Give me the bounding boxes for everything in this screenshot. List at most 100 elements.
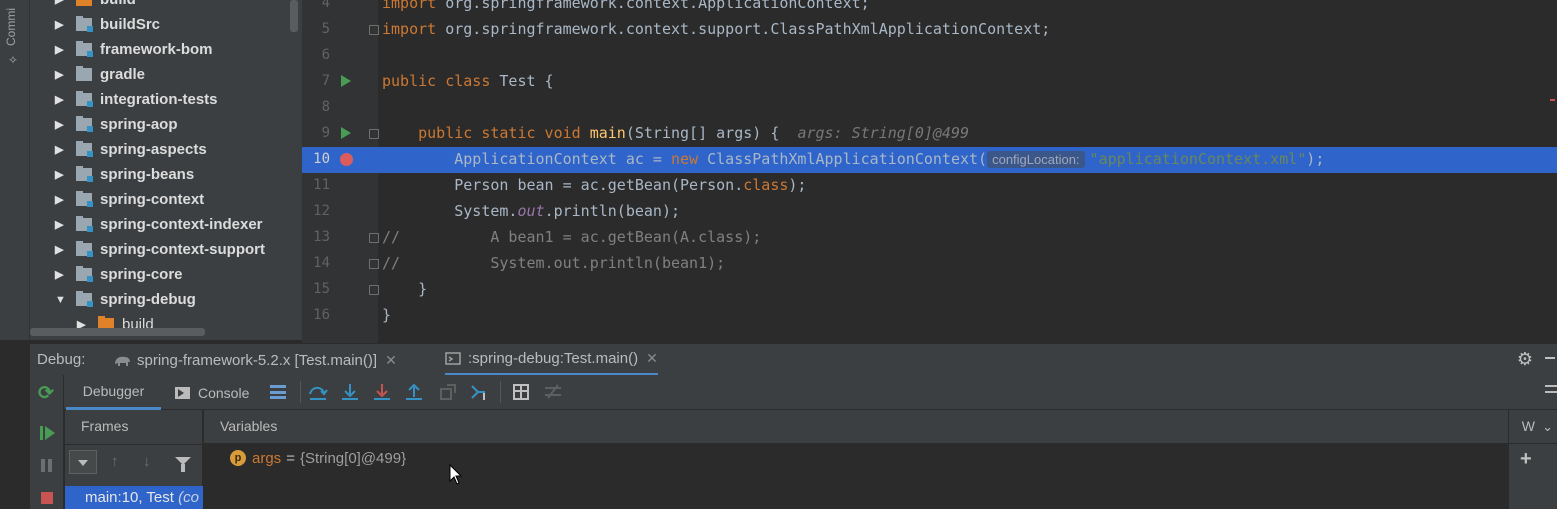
code-editor[interactable]: 4 import org.springframework.context.Appl… [302,0,1557,343]
step-into-icon[interactable] [339,381,361,403]
line-number[interactable]: 8 [302,99,330,115]
tree-item-label: spring-context-indexer [100,216,263,233]
tree-item-spring-context-support[interactable]: ▶ spring-context-support [30,237,302,262]
force-step-into-icon[interactable] [371,381,393,403]
watches-title[interactable]: W [1522,418,1535,434]
tab-console[interactable]: Console [175,375,249,410]
fold-marker-icon[interactable] [369,129,379,139]
drop-frame-icon[interactable] [437,381,459,403]
code-line[interactable]: 9 public static void main(String[] args)… [302,121,1557,147]
tree-item-spring-context[interactable]: ▶ spring-context [30,187,302,212]
code-line[interactable]: 13 // A bean1 = ac.getBean(A.class); [302,225,1557,251]
line-number[interactable]: 11 [302,177,330,193]
variable-row[interactable]: p args = {String[0]@499} [230,448,406,468]
collapsed-arrow-icon[interactable]: ▶ [55,218,67,231]
line-number[interactable]: 9 [302,125,330,141]
fold-marker-icon[interactable] [369,259,379,269]
tab-debugger-label: Debugger [82,383,145,399]
collapsed-arrow-icon[interactable]: ▶ [55,43,67,56]
step-over-icon[interactable] [307,381,329,403]
fold-marker-icon[interactable] [369,285,379,295]
fold-marker-icon[interactable] [369,25,379,35]
rerun-icon[interactable]: ⟳ [38,384,56,403]
expanded-arrow-icon[interactable]: ▼ [55,294,67,306]
code-line[interactable]: 16} [302,303,1557,329]
code-line[interactable]: 14 // System.out.println(bean1); [302,251,1557,277]
tree-item-buildSrc[interactable]: ▶ buildSrc [30,12,302,37]
line-number[interactable]: 10 [302,151,330,167]
resume-program-icon[interactable] [38,425,56,443]
tree-item-spring-beans[interactable]: ▶ spring-beans [30,162,302,187]
tree-item-spring-core[interactable]: ▶ spring-core [30,262,302,287]
tree-item-spring-debug[interactable]: ▼ spring-debug [30,287,302,312]
frame-row[interactable]: main:10, Test (co [65,486,203,509]
pause-program-icon[interactable] [38,457,56,475]
collapsed-arrow-icon[interactable]: ▶ [55,168,67,181]
close-icon[interactable]: ✕ [385,352,397,369]
tree-item-build[interactable]: ▶ build [30,0,302,12]
close-icon[interactable]: ✕ [646,350,658,367]
session-tab-spring-framework[interactable]: spring-framework-5.2.x [Test.main()] ✕ [114,344,397,376]
gear-icon[interactable]: ⚙ [1517,349,1533,370]
trace-stream-icon[interactable] [542,381,564,403]
run-gutter-icon[interactable] [341,127,351,139]
tree-item-gradle[interactable]: ▶ gradle [30,62,302,87]
code-line[interactable]: 6 [302,43,1557,69]
code-line[interactable]: 4 import org.springframework.context.Appl… [302,0,1557,17]
add-watch-icon[interactable]: + [1520,448,1532,471]
tab-debugger[interactable]: Debugger [66,375,161,410]
session-tab-spring-debug[interactable]: :spring-debug:Test.main() ✕ [445,344,658,376]
tree-item-integration-tests[interactable]: ▶ integration-tests [30,87,302,112]
arrow-down-icon[interactable]: ↓ [143,453,151,470]
line-number[interactable]: 4 [302,0,330,11]
line-number[interactable]: 16 [302,307,330,323]
chevron-down-icon[interactable]: ⌄ [1542,419,1553,435]
code-line[interactable]: 11 Person bean = ac.getBean(Person.class… [302,173,1557,199]
run-gutter-icon[interactable] [341,75,351,87]
collapsed-arrow-icon[interactable]: ▶ [55,143,67,156]
tree-item-spring-aspects[interactable]: ▶ spring-aspects [30,137,302,162]
line-number[interactable]: 12 [302,203,330,219]
collapsed-arrow-icon[interactable]: ▶ [55,18,67,31]
collapsed-arrow-icon[interactable]: ▶ [55,193,67,206]
parameter-icon: p [230,450,246,466]
step-out-icon[interactable] [403,381,425,403]
breakpoint-icon[interactable] [340,153,353,166]
tree-item-framework-bom[interactable]: ▶ framework-bom [30,37,302,62]
collapsed-arrow-icon[interactable]: ▶ [55,268,67,281]
collapsed-arrow-icon[interactable]: ▶ [55,68,67,81]
filter-icon[interactable] [175,457,191,472]
commit-tool-tab[interactable]: Commi ⟡ [0,0,30,70]
evaluate-expression-icon[interactable] [510,381,532,403]
thread-dropdown[interactable] [69,450,97,474]
error-stripe-mark[interactable] [1550,99,1555,101]
code-line[interactable]: 8 [302,95,1557,121]
code-line[interactable]: 15 } [302,277,1557,303]
tree-vertical-scrollbar[interactable] [290,0,298,32]
line-number[interactable]: 6 [302,47,330,63]
arrow-up-icon[interactable]: ↑ [111,453,119,470]
tree-horizontal-scrollbar[interactable] [30,328,205,336]
stop-icon[interactable] [38,489,56,507]
line-number[interactable]: 7 [302,73,330,89]
line-number[interactable]: 14 [302,255,330,271]
layout-settings-icon[interactable] [270,385,286,399]
collapsed-arrow-icon[interactable]: ▶ [55,93,67,106]
code-line[interactable]: 7 public class Test { [302,69,1557,95]
collapsed-arrow-icon[interactable]: ▶ [55,118,67,131]
code-line[interactable]: 12 System.out.println(bean); [302,199,1557,225]
tree-item-label: spring-core [100,266,183,283]
menu-icon[interactable] [1545,383,1557,397]
line-number[interactable]: 15 [302,281,330,297]
collapsed-arrow-icon[interactable]: ▶ [55,0,67,6]
line-number[interactable]: 5 [302,21,330,37]
run-to-cursor-icon[interactable] [469,381,491,403]
fold-marker-icon[interactable] [369,233,379,243]
tree-item-spring-context-indexer[interactable]: ▶ spring-context-indexer [30,212,302,237]
collapsed-arrow-icon[interactable]: ▶ [55,243,67,256]
tree-item-spring-aop[interactable]: ▶ spring-aop [30,112,302,137]
code-line[interactable]: 10 ApplicationContext ac = new ClassPath… [302,147,1557,173]
minimize-icon[interactable] [1545,357,1555,359]
line-number[interactable]: 13 [302,229,330,245]
code-line[interactable]: 5 import org.springframework.context.supp… [302,17,1557,43]
